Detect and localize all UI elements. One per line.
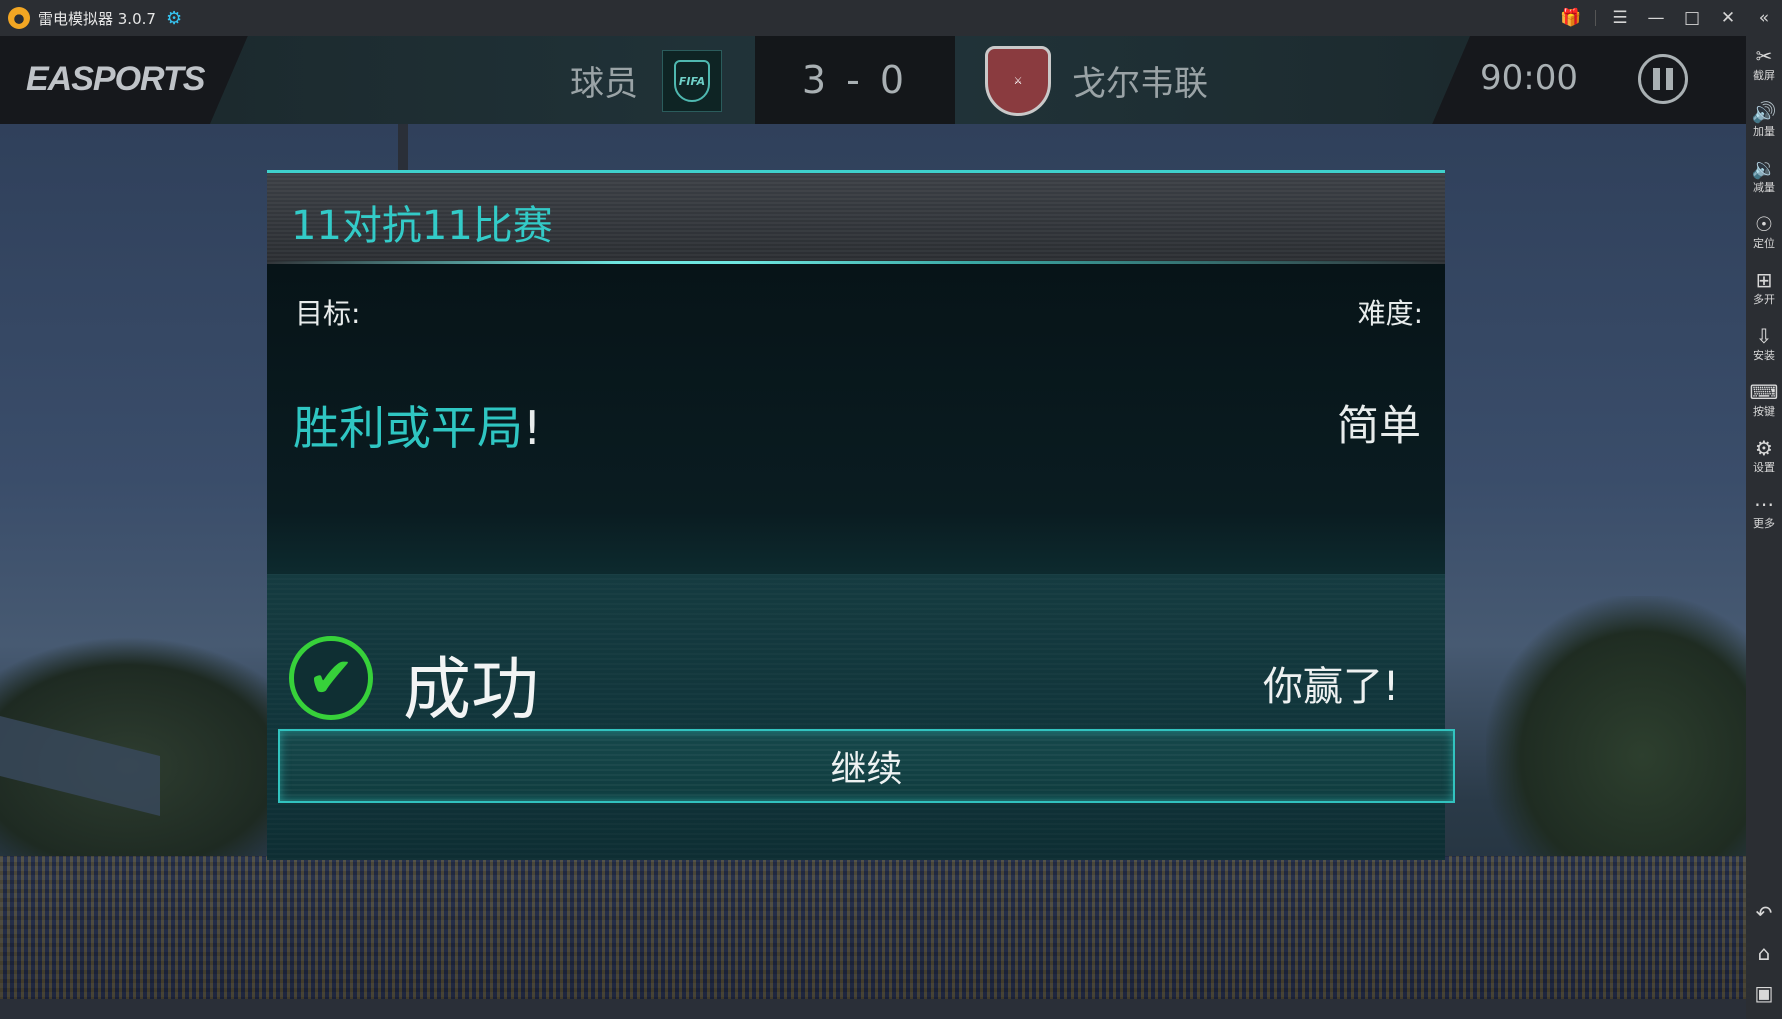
android-nav: ↶ ⌂ ▣ [1746, 893, 1782, 1013]
away-team-name: 戈尔韦联 [1072, 64, 1208, 104]
fifa-crest-icon: FIFA [674, 60, 710, 102]
match-score: 3 - 0 [755, 36, 955, 124]
emulator-title-bar: 雷电模拟器 3.0.7 ⚙ 🎁 ☰ — □ ✕ « [0, 0, 1782, 36]
dialog-header: 11对抗11比赛 [267, 170, 1445, 264]
location-button[interactable]: ☉ 定位 [1746, 204, 1782, 260]
pause-icon [1666, 68, 1673, 90]
emulator-logo-icon [8, 7, 30, 29]
match-hud: EASPORTS 球员 FIFA 3 - 0 ⚔ 戈尔韦联 90:00 [0, 36, 1746, 124]
window-controls: 🎁 ☰ — □ ✕ « [1553, 0, 1782, 36]
result-status: 成功 [403, 651, 540, 730]
tool-label: 定位 [1753, 237, 1775, 250]
scissors-icon: ✂ [1755, 44, 1773, 68]
settings-icon: ⚙ [1755, 436, 1773, 460]
difficulty-label: 难度: [1357, 297, 1423, 330]
result-panel: ✔ 成功 你赢了! [267, 574, 1445, 860]
more-button[interactable]: ⋯ 更多 [1746, 484, 1782, 540]
tool-label: 更多 [1753, 517, 1775, 530]
tool-label: 截屏 [1753, 69, 1775, 82]
advertising-boards [0, 999, 1746, 1019]
result-message: 你赢了! [1262, 664, 1399, 710]
back-icon: ↶ [1755, 901, 1773, 925]
window-title: 雷电模拟器 3.0.7 [38, 9, 156, 28]
volume-up-icon: 🔊 [1751, 100, 1777, 124]
settings-button[interactable]: ⚙ 设置 [1746, 428, 1782, 484]
maximize-icon[interactable]: □ [1674, 8, 1710, 28]
checkmark-icon: ✔ [289, 636, 373, 720]
goal-label: 目标: [295, 297, 361, 330]
multi-open-button[interactable]: ⊞ 多开 [1746, 260, 1782, 316]
ea-sports-logo: EASPORTS [26, 60, 205, 98]
tool-label: 加量 [1753, 125, 1775, 138]
recents-button[interactable]: ▣ [1746, 973, 1782, 1013]
pause-button[interactable] [1638, 54, 1688, 104]
back-button[interactable]: ↶ [1746, 893, 1782, 933]
away-team-crest-icon: ⚔ [985, 46, 1051, 116]
screenshot-button[interactable]: ✂ 截屏 [1746, 36, 1782, 92]
match-clock: 90:00 [1480, 58, 1578, 98]
goal-value-punct: ! [523, 401, 542, 455]
home-team-name: 球员 [570, 64, 638, 104]
stadium-crowd [0, 856, 1746, 1019]
gamepad-icon[interactable]: ⚙ [166, 8, 182, 29]
home-team-badge: FIFA [662, 50, 722, 112]
tool-label: 多开 [1753, 293, 1775, 306]
game-viewport[interactable]: EASPORTS 球员 FIFA 3 - 0 ⚔ 戈尔韦联 90:00 11对抗… [0, 36, 1746, 1019]
menu-icon[interactable]: ☰ [1602, 8, 1638, 28]
more-icon: ⋯ [1754, 492, 1774, 516]
emulator-toolbar: ✂ 截屏 🔊 加量 🔉 减量 ☉ 定位 ⊞ 多开 ⇩ 安装 ⌨ 按键 ⚙ 设置 … [1746, 36, 1782, 1019]
gift-icon[interactable]: 🎁 [1553, 8, 1589, 28]
apk-install-icon: ⇩ [1755, 324, 1773, 348]
keymap-button[interactable]: ⌨ 按键 [1746, 372, 1782, 428]
match-result-dialog: 11对抗11比赛 目标: 难度: 胜利或平局! 简单 ✔ 成功 你赢了! 继续 [267, 170, 1455, 860]
pause-icon [1653, 68, 1660, 90]
minimize-icon[interactable]: — [1638, 8, 1674, 28]
home-icon: ⌂ [1757, 941, 1771, 965]
continue-button[interactable]: 继续 [278, 729, 1455, 803]
difficulty-value: 简单 [1336, 401, 1421, 450]
tool-label: 减量 [1753, 181, 1775, 194]
home-button[interactable]: ⌂ [1746, 933, 1782, 973]
keyboard-icon: ⌨ [1749, 380, 1779, 404]
objective-panel: 目标: 难度: 胜利或平局! 简单 [267, 264, 1445, 574]
volume-down-button[interactable]: 🔉 减量 [1746, 148, 1782, 204]
tool-label: 按键 [1753, 405, 1775, 418]
recents-icon: ▣ [1754, 981, 1774, 1005]
dialog-title: 11对抗11比赛 [291, 203, 553, 249]
goal-value: 胜利或平局! [293, 392, 541, 458]
close-icon[interactable]: ✕ [1710, 8, 1746, 28]
install-apk-button[interactable]: ⇩ 安装 [1746, 316, 1782, 372]
tool-label: 安装 [1753, 349, 1775, 362]
location-icon: ☉ [1755, 212, 1773, 236]
volume-up-button[interactable]: 🔊 加量 [1746, 92, 1782, 148]
volume-down-icon: 🔉 [1751, 156, 1777, 180]
divider [1595, 10, 1596, 26]
collapse-icon[interactable]: « [1746, 8, 1782, 28]
multi-open-icon: ⊞ [1755, 268, 1773, 292]
tool-label: 设置 [1753, 461, 1775, 474]
goal-value-text: 胜利或平局 [293, 401, 523, 455]
